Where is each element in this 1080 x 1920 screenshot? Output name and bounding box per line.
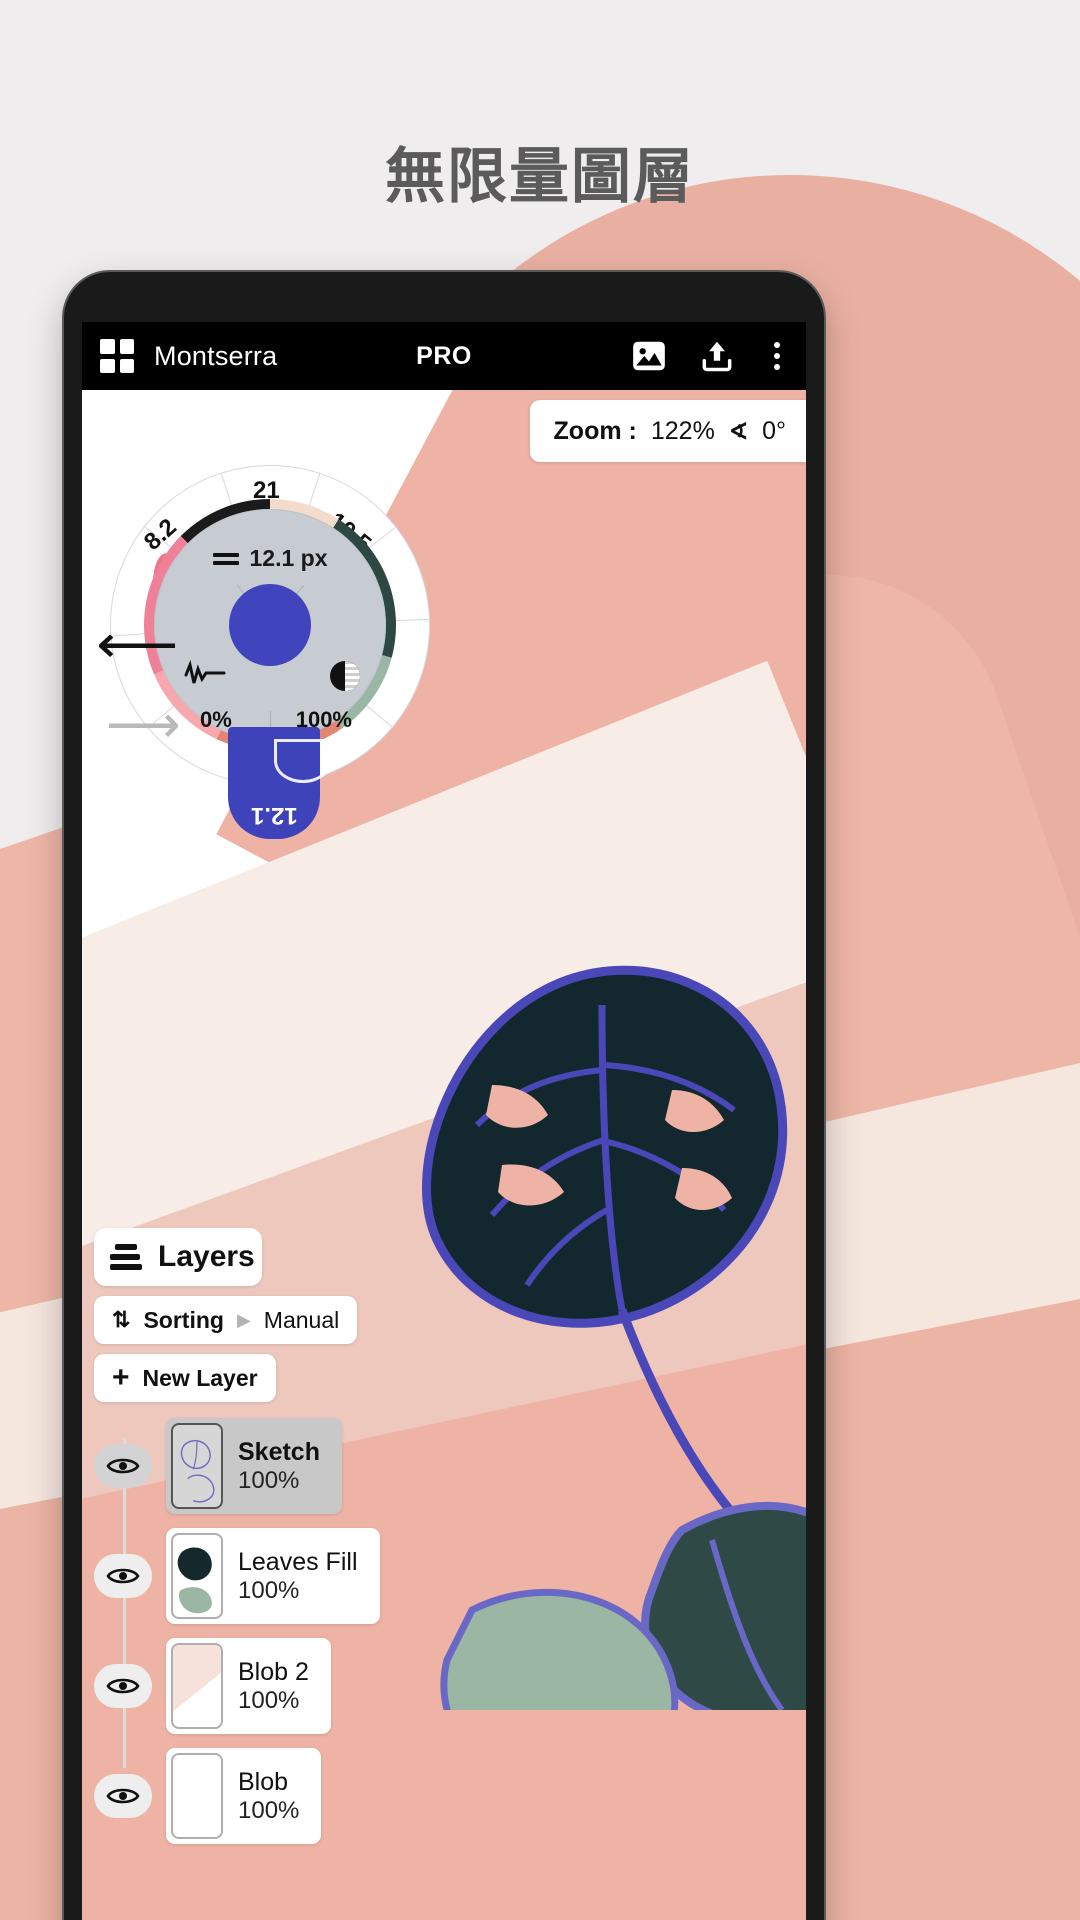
plus-icon: + <box>112 1361 130 1394</box>
layer-meta: Blob 100% <box>228 1762 321 1831</box>
eye-icon[interactable] <box>94 1774 152 1818</box>
brush-wheel-center[interactable]: 12.1 px 0% 100% <box>154 509 386 741</box>
layer-opacity: 100% <box>238 1466 300 1494</box>
layer-name: Blob 2 <box>238 1657 309 1686</box>
layer-meta: Blob 2 100% <box>228 1652 331 1721</box>
zoom-label: Zoom : <box>553 416 637 445</box>
layer-opacity: 100% <box>238 1686 300 1714</box>
layers-panel[interactable]: Layers ⇅ Sorting ▶ Manual + New Layer Sk… <box>94 1228 454 1858</box>
zoom-value: 122% <box>650 416 715 445</box>
blob2-thumb <box>171 1643 223 1729</box>
layer-row[interactable]: Leaves Fill 100% <box>94 1528 454 1624</box>
layer-row[interactable]: Blob 100% <box>94 1748 454 1844</box>
grid-menu-icon[interactable] <box>100 339 134 373</box>
layer-meta: Sketch 100% <box>228 1432 342 1501</box>
eye-icon[interactable] <box>94 1554 152 1598</box>
brush-preview-label: 12.1 <box>250 802 298 829</box>
blob-thumb <box>171 1753 223 1839</box>
new-layer-label: New Layer <box>142 1364 258 1391</box>
opacity-min: 0% <box>200 707 232 732</box>
leaves-fill-thumb <box>171 1533 223 1619</box>
chevron-right-icon: ▶ <box>236 1309 251 1330</box>
layers-title: Layers <box>158 1240 255 1273</box>
layer-card[interactable]: Leaves Fill 100% <box>166 1528 380 1624</box>
phone-screen: Montserra PRO Zoom: 122% ∢ 0° 8.2 21 12… <box>82 322 806 1920</box>
sort-arrows-icon: ⇅ <box>112 1307 131 1332</box>
layer-name: Sketch <box>238 1437 320 1466</box>
app-toolbar: Montserra PRO <box>82 322 806 390</box>
zoom-readout[interactable]: Zoom : 122% ∢ 0° <box>529 400 806 462</box>
sketch-thumb <box>171 1423 223 1509</box>
redo-arrow-icon[interactable]: ⟶ <box>106 695 181 755</box>
eye-icon[interactable] <box>94 1444 152 1488</box>
waveform-icon[interactable] <box>184 659 228 689</box>
page-title: 無限量圖層 <box>385 142 695 212</box>
sorting-value: Manual <box>263 1306 340 1333</box>
layer-card[interactable]: Blob 2 100% <box>166 1638 331 1734</box>
layers-stack-icon <box>110 1244 142 1270</box>
drawing-canvas[interactable]: Zoom : 122% ∢ 0° 8.2 21 12.1 px 0% 100% … <box>82 390 806 1920</box>
layer-opacity: 100% <box>238 1796 300 1824</box>
current-color-swatch[interactable] <box>229 584 311 666</box>
sorting-label: Sorting <box>143 1306 224 1333</box>
layer-row[interactable]: Blob 2 100% <box>94 1638 454 1734</box>
layer-card[interactable]: Blob 100% <box>166 1748 322 1844</box>
layer-meta: Leaves Fill 100% <box>228 1542 380 1611</box>
layer-row[interactable]: Sketch 100% <box>94 1418 454 1514</box>
brush-preview[interactable]: 12.1 <box>228 727 320 839</box>
layers-header[interactable]: Layers <box>94 1228 262 1286</box>
line-weight-icon <box>212 552 239 565</box>
brush-tip-shape <box>274 739 332 783</box>
screenshot-root: 無限量圖層 Montserra PRO Zoom: 122% ∢ 0° 8.2… <box>0 0 1080 1920</box>
rotate-angle-icon: ∢ <box>728 417 749 444</box>
sorting-control[interactable]: ⇅ Sorting ▶ Manual <box>94 1296 358 1344</box>
brush-wheel[interactable]: 8.2 21 10.5 12.1 px 0% <box>96 465 450 839</box>
layer-card-selected[interactable]: Sketch 100% <box>166 1418 342 1514</box>
layer-opacity: 100% <box>238 1576 300 1604</box>
upload-icon[interactable] <box>698 337 736 375</box>
new-layer-button[interactable]: + New Layer <box>94 1354 276 1402</box>
app-name: Montserra <box>154 340 278 371</box>
layer-list: Sketch 100% Leaves Fill 100% Blob 2 100%… <box>94 1418 454 1844</box>
undo-arrow-icon[interactable]: ⟵ <box>96 615 178 675</box>
layer-name: Leaves Fill <box>238 1547 358 1576</box>
more-vertical-icon[interactable] <box>766 342 788 370</box>
pro-badge[interactable]: PRO <box>416 342 472 371</box>
image-icon[interactable] <box>630 337 668 375</box>
brush-size-readout: 12.1 px <box>154 545 386 572</box>
rotation-value: 0° <box>762 416 786 445</box>
eye-icon[interactable] <box>94 1664 152 1708</box>
brush-size-value: 12.1 px <box>249 545 328 571</box>
contrast-half-circle-icon[interactable] <box>330 661 360 691</box>
layer-name: Blob <box>238 1767 289 1796</box>
